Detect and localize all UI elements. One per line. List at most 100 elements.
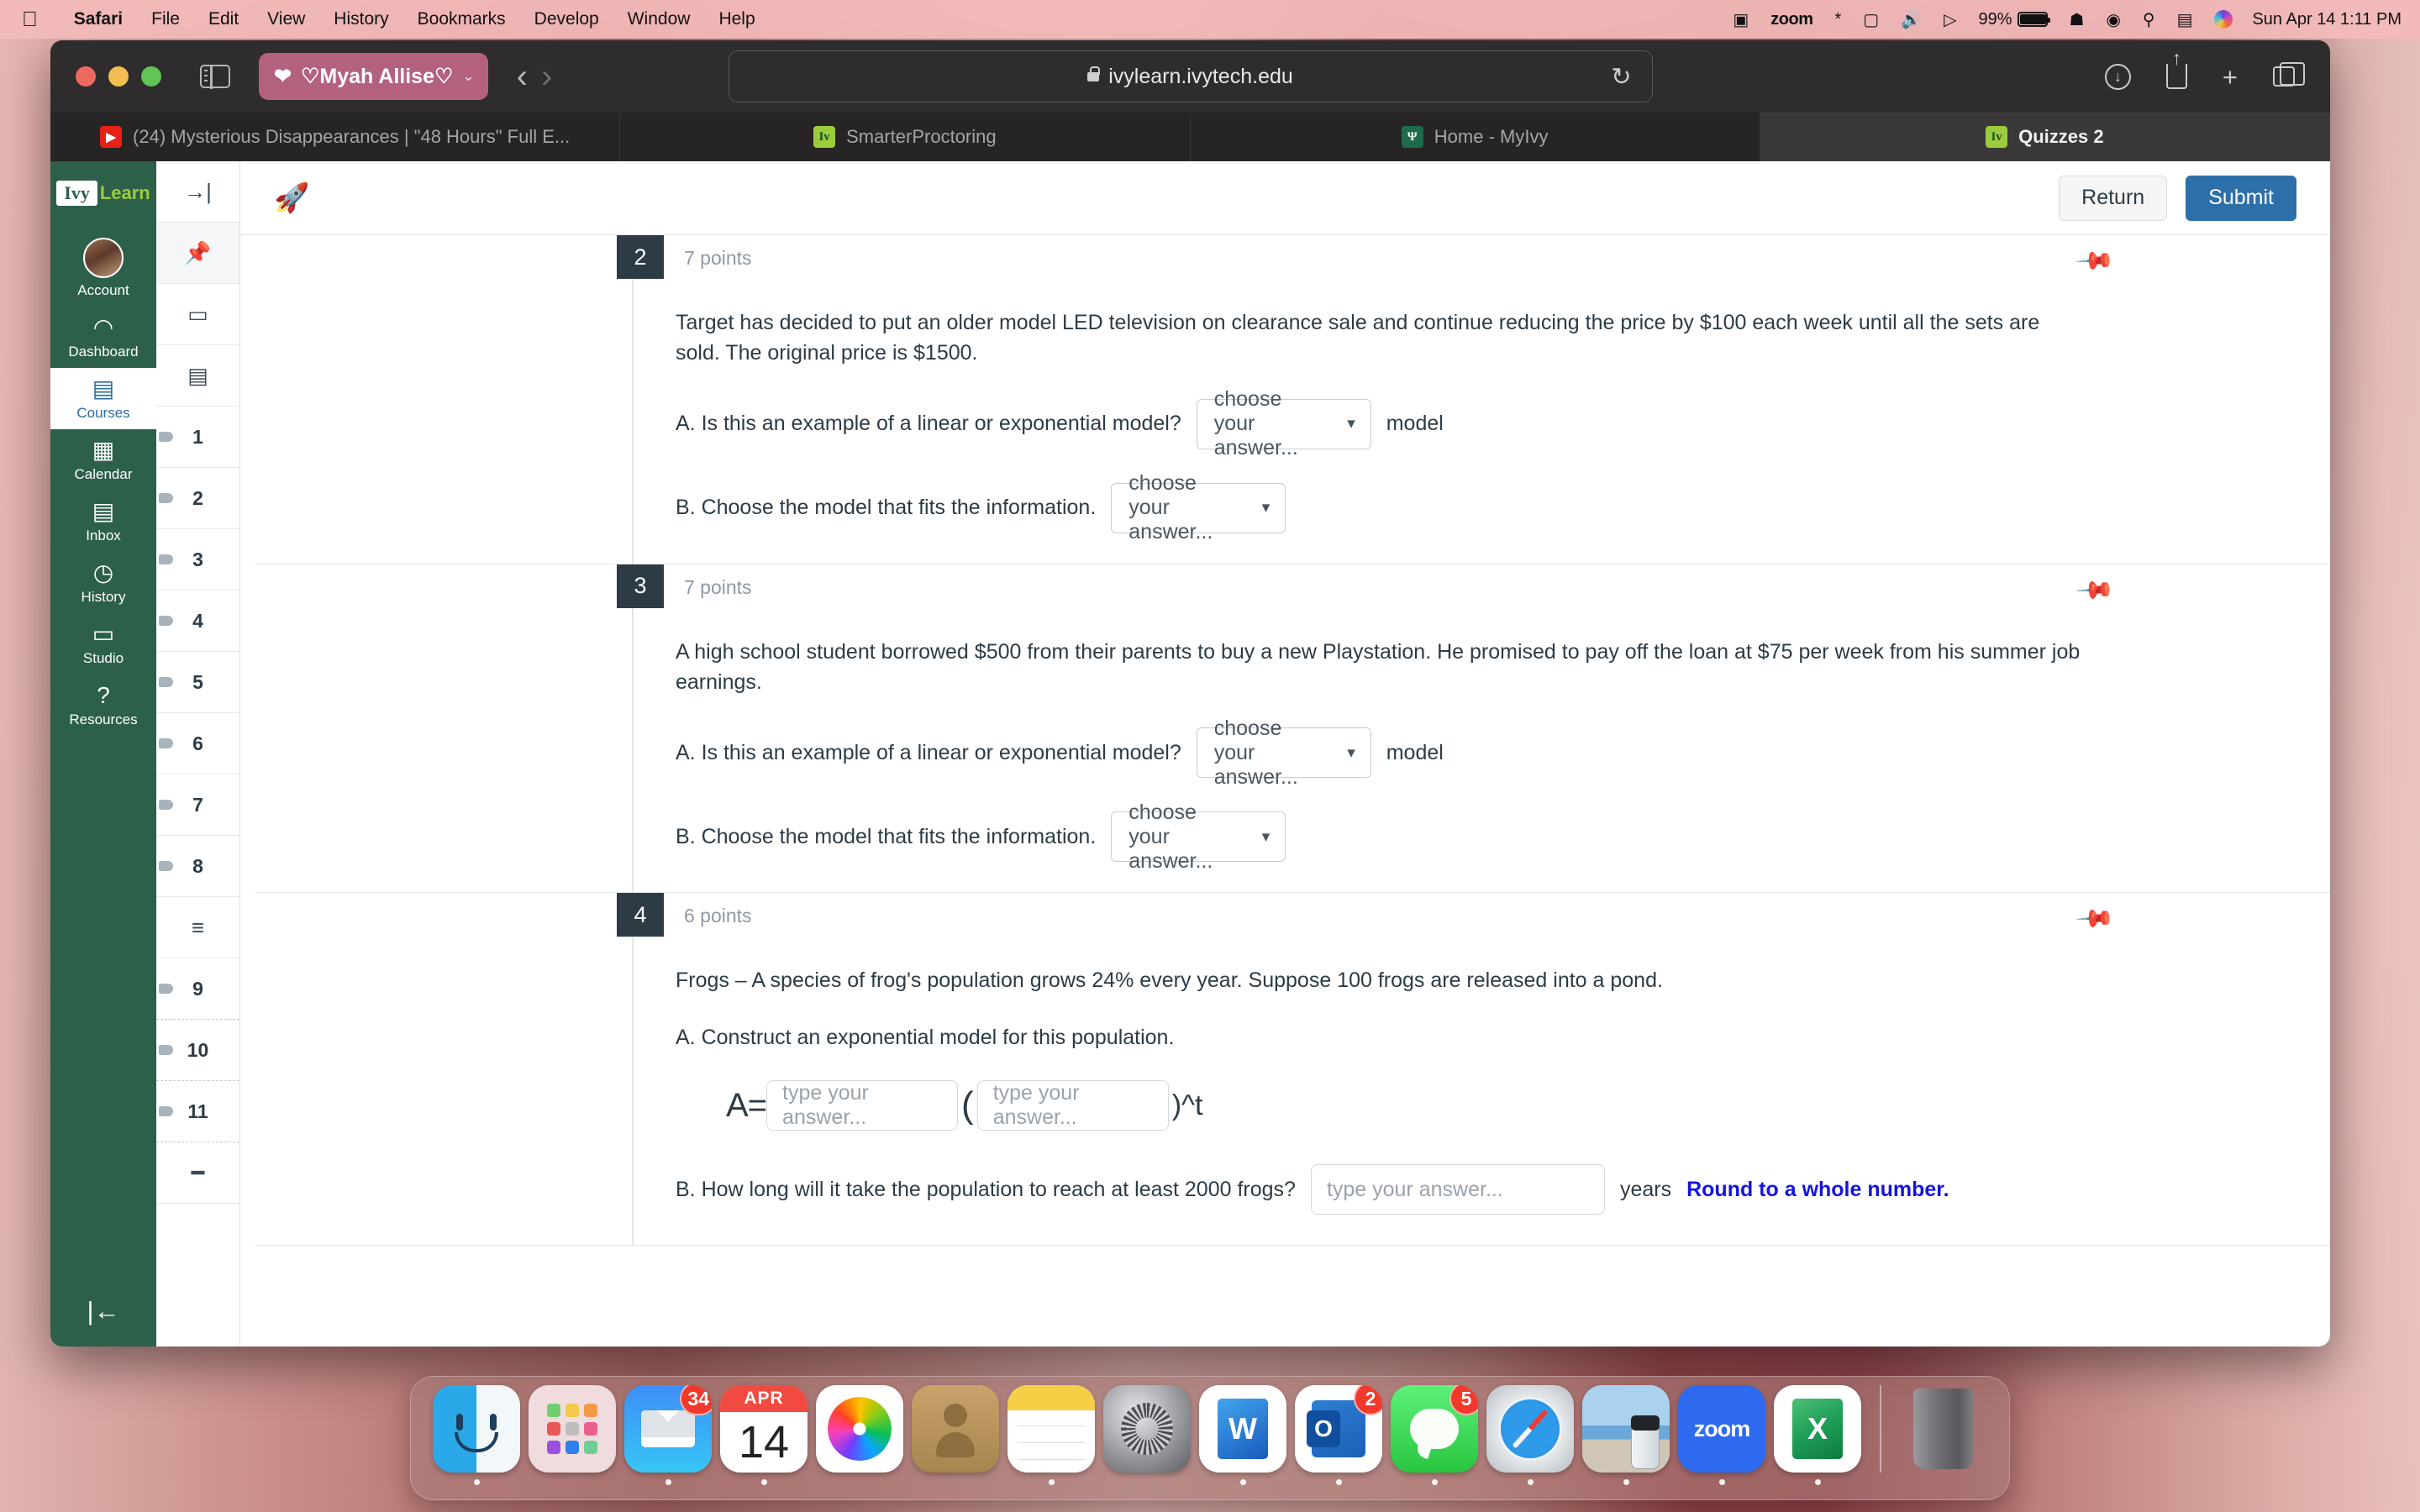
rail-question-7[interactable]: 7 — [156, 774, 239, 836]
rail-question-9[interactable]: 9 — [156, 958, 239, 1020]
menu-help[interactable]: Help — [704, 9, 769, 29]
menu-bar-clock[interactable]: Sun Apr 14 1:11 PM — [2244, 10, 2402, 29]
question-group-icon[interactable]: ▭ — [156, 284, 239, 345]
menu-window[interactable]: Window — [613, 9, 705, 29]
profile-button[interactable]: ❤ ♡Myah Allise♡ ⌄ — [259, 53, 488, 100]
window-controls[interactable] — [50, 66, 161, 87]
answer-select[interactable]: choose your answer... ▾ — [1196, 387, 1371, 459]
ivylearn-logo[interactable]: Ivy Learn — [56, 173, 150, 213]
sidebar-toggle-icon[interactable] — [200, 64, 230, 89]
sidebar-item-resources[interactable]: ? Resources — [50, 675, 156, 736]
control-center-icon[interactable]: ▤ — [2166, 9, 2204, 30]
formula-input-1[interactable]: type your answer... — [766, 1080, 959, 1131]
dock-item-messages[interactable]: 5 — [1391, 1385, 1478, 1485]
sidebar-item-calendar[interactable]: ▦ Calendar — [50, 429, 156, 491]
menu-edit[interactable]: Edit — [194, 9, 253, 29]
rail-question-11[interactable]: 11 — [156, 1081, 239, 1142]
quiz-scroll-area[interactable]: 2 7 points 📌 Target has decided to put a… — [240, 235, 2330, 1347]
menu-safari[interactable]: Safari — [60, 9, 137, 29]
menu-view[interactable]: View — [253, 9, 319, 29]
formula-input-2[interactable]: type your answer... — [976, 1080, 1169, 1131]
dock-item-trash[interactable] — [1900, 1385, 1987, 1485]
zoom-status-icon[interactable]: zoom — [1760, 10, 1823, 29]
download-icon[interactable]: ↓ — [2104, 63, 2131, 90]
dock-item-launchpad[interactable] — [529, 1385, 616, 1485]
photos-icon — [816, 1385, 903, 1473]
tab-quizzes-2[interactable]: Iv Quizzes 2 — [1760, 113, 2330, 161]
dock-item-contacts[interactable] — [912, 1385, 999, 1485]
tab-youtube[interactable]: ▶ (24) Mysterious Disappearances | "48 H… — [50, 113, 621, 161]
sidebar-item-inbox[interactable]: ▤ Inbox — [50, 491, 156, 552]
sidebar-item-history[interactable]: ◷ History — [50, 552, 156, 613]
rail-question-4[interactable]: 4 — [156, 591, 239, 652]
text-block-icon[interactable]: ▤ — [156, 345, 239, 407]
dock-item-photos[interactable] — [816, 1385, 903, 1485]
forward-button[interactable]: › — [541, 58, 552, 96]
siri-icon[interactable] — [2203, 10, 2244, 29]
close-window-button[interactable] — [76, 66, 96, 87]
dock-item-mail[interactable]: 34 — [624, 1385, 712, 1485]
answer-select[interactable]: choose your answer... ▾ — [1111, 801, 1286, 873]
user-icon[interactable]: ◉ — [2095, 9, 2131, 30]
tab-title: (24) Mysterious Disappearances | "48 Hou… — [133, 126, 571, 147]
dock-item-safari[interactable] — [1486, 1385, 1574, 1485]
sidebar-item-account[interactable]: Account — [50, 228, 156, 307]
rail-question-10[interactable]: 10 — [156, 1020, 239, 1081]
question-text: Target has decided to put an older model… — [676, 311, 2040, 365]
question-text: A high school student borrowed $500 from… — [676, 639, 2081, 694]
dock-item-notes[interactable] — [1007, 1385, 1095, 1485]
submit-button[interactable]: Submit — [2186, 175, 2296, 221]
rocket-icon[interactable]: 🚀 — [274, 181, 309, 215]
dock-item-calendar[interactable]: APR 14 — [720, 1385, 808, 1485]
partb-answer-input[interactable]: type your answer... — [1310, 1164, 1605, 1215]
bluetooth-icon[interactable]: * — [1823, 10, 1852, 29]
new-tab-button[interactable]: + — [2223, 64, 2238, 90]
wifi-icon[interactable]: ☗ — [2059, 9, 2096, 30]
back-button[interactable]: ‹ — [517, 58, 528, 96]
rail-question-1[interactable]: 1 — [156, 407, 239, 468]
sidebar-item-studio[interactable]: ▭ Studio — [50, 613, 156, 675]
sidebar-item-courses[interactable]: ▤ Courses — [50, 368, 156, 429]
menu-history[interactable]: History — [319, 9, 402, 29]
return-button[interactable]: Return — [2059, 175, 2168, 221]
playback-icon[interactable]: ▷ — [1933, 9, 1967, 30]
answer-select[interactable]: choose your answer... ▾ — [1111, 471, 1286, 543]
chevron-down-icon: ▾ — [1261, 499, 1270, 517]
rail-question-3[interactable]: 3 — [156, 529, 239, 591]
address-bar[interactable]: ivylearn.ivytech.edu ↻ — [728, 50, 1653, 102]
reload-button[interactable]: ↻ — [1611, 62, 1631, 92]
tab-smarterproctoring[interactable]: Iv SmarterProctoring — [620, 113, 1191, 161]
question-navigation-rail[interactable]: →| 📌 ▭ ▤ 1 2 3 4 5 6 7 8 ≡ 9 10 11 ━ — [156, 161, 240, 1347]
dock-item-outlook[interactable]: O 2 — [1295, 1385, 1382, 1485]
dock-item-zoom[interactable]: zoom — [1678, 1385, 1765, 1485]
word-icon: W — [1199, 1385, 1286, 1473]
tab-overview-icon[interactable] — [2273, 62, 2305, 87]
search-icon[interactable]: ⚲ — [2132, 9, 2166, 30]
collapse-sidebar-icon[interactable]: |← — [87, 1296, 119, 1326]
dock-item-system-settings[interactable] — [1103, 1385, 1191, 1485]
dock-item-preview[interactable] — [1582, 1385, 1670, 1485]
maximize-window-button[interactable] — [141, 66, 161, 87]
rail-question-6[interactable]: 6 — [156, 713, 239, 774]
display-icon[interactable]: ▢ — [1852, 9, 1890, 30]
minimize-window-button[interactable] — [108, 66, 129, 87]
menu-bookmarks[interactable]: Bookmarks — [403, 9, 520, 29]
dock-item-excel[interactable]: X — [1774, 1385, 1861, 1485]
rail-question-8[interactable]: 8 — [156, 836, 239, 897]
dock-item-word[interactable]: W — [1199, 1385, 1286, 1485]
pin-icon[interactable]: 📌 — [156, 223, 239, 284]
tab-home-myivy[interactable]: Ψ Home - MyIvy — [1191, 113, 1760, 161]
rail-question-2[interactable]: 2 — [156, 468, 239, 529]
volume-icon[interactable]: 🔊 — [1890, 9, 1933, 30]
menu-file[interactable]: File — [137, 9, 194, 29]
dock-item-finder[interactable] — [433, 1385, 520, 1485]
share-icon[interactable] — [2165, 64, 2187, 89]
menu-develop[interactable]: Develop — [520, 9, 613, 29]
battery-status[interactable]: 99% — [1967, 10, 2058, 29]
rail-question-5[interactable]: 5 — [156, 652, 239, 713]
apple-menu-icon[interactable]:  — [22, 8, 38, 30]
sidebar-item-dashboard[interactable]: ◠ Dashboard — [50, 307, 156, 368]
screenshot-icon[interactable]: ▣ — [1722, 9, 1760, 30]
answer-select[interactable]: choose your answer... ▾ — [1196, 717, 1371, 789]
jump-to-icon[interactable]: →| — [156, 161, 239, 223]
